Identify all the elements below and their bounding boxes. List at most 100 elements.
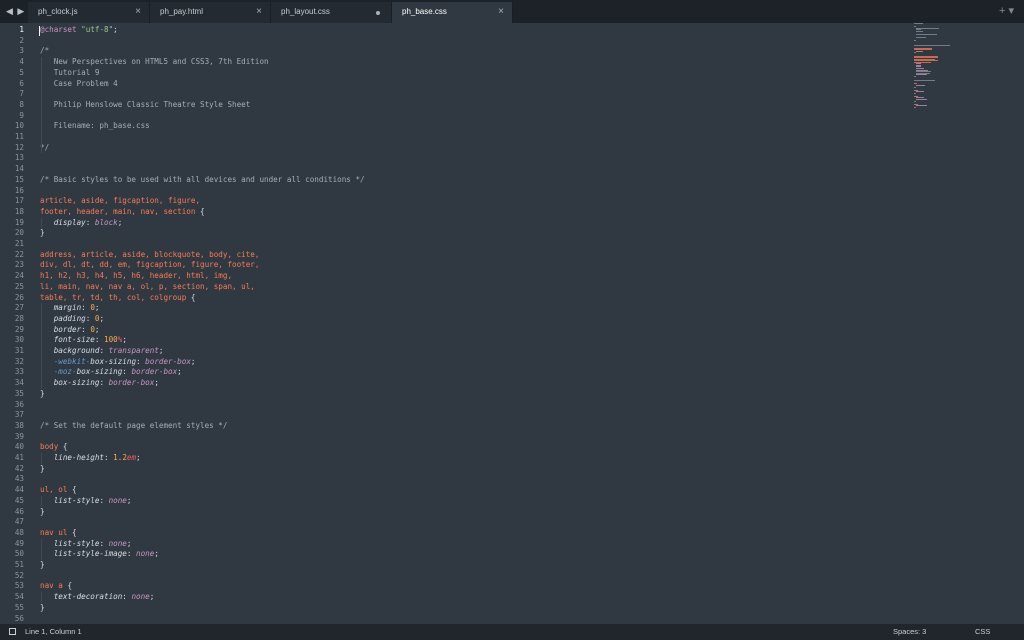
tab-ph-layout-css[interactable]: ph_layout.css bbox=[271, 2, 392, 23]
code-token: ; bbox=[177, 367, 182, 377]
code-token: text-decoration bbox=[53, 592, 123, 602]
line-number: 39 bbox=[14, 431, 24, 441]
line-number: 2 bbox=[19, 35, 24, 45]
code-token: ul, ol bbox=[40, 485, 73, 495]
code-token: background bbox=[53, 346, 100, 355]
code-token: transparent bbox=[108, 346, 159, 355]
code-token: : bbox=[126, 549, 137, 559]
code-token: Philip Henslowe Classic Theatre Style Sh… bbox=[40, 99, 251, 109]
tab-nav-arrows-icon[interactable]: ◀ ▶ bbox=[6, 4, 26, 18]
minimap-line bbox=[914, 80, 935, 82]
code-line: padding: 0; bbox=[40, 314, 104, 325]
line-number: 1 bbox=[19, 25, 24, 34]
code-line: } bbox=[40, 389, 45, 400]
line-number: 5 bbox=[19, 67, 24, 77]
code-token: : bbox=[94, 335, 105, 345]
minimap-line bbox=[914, 100, 916, 102]
minimap-line bbox=[914, 92, 916, 94]
tab-ph-clock-js[interactable]: ph_clock.js × bbox=[28, 2, 150, 23]
line-number: 34 bbox=[14, 378, 24, 388]
cursor-position: Line 1, Column 1 bbox=[25, 627, 82, 636]
tab-ph-base-css[interactable]: ph_base.css × bbox=[392, 2, 513, 23]
code-token: div, dl, dt, dd, em, figcaption, figure,… bbox=[40, 260, 260, 270]
code-token: ; bbox=[113, 25, 123, 34]
code-token: } bbox=[40, 602, 45, 612]
code-token: ; bbox=[154, 378, 159, 388]
tab-ph-pay-html[interactable]: ph_pay.html × bbox=[150, 2, 271, 23]
code-token: : bbox=[85, 313, 95, 323]
code-token: 100 bbox=[104, 335, 118, 345]
minimap-line bbox=[915, 50, 923, 52]
line-number: 33 bbox=[14, 367, 24, 377]
code-token: border bbox=[53, 324, 82, 334]
line-number: 51 bbox=[14, 560, 24, 569]
line-number: 9 bbox=[19, 110, 24, 120]
code-token: : bbox=[81, 324, 91, 334]
code-token: } bbox=[40, 463, 45, 473]
line-number: 8 bbox=[19, 99, 24, 109]
minimap-line bbox=[915, 98, 927, 100]
code-token: /* Set the default page element styles *… bbox=[40, 420, 228, 430]
code-line: div, dl, dt, dd, em, figcaption, figure,… bbox=[40, 260, 259, 271]
line-number: 16 bbox=[14, 185, 24, 195]
code-token: : bbox=[99, 495, 109, 505]
panel-toggle-icon[interactable] bbox=[9, 628, 16, 635]
line-number: 13 bbox=[14, 153, 24, 163]
close-icon[interactable]: × bbox=[135, 6, 141, 18]
code-area[interactable]: @charset "utf-8"; /* New Perspectives on… bbox=[40, 23, 900, 624]
close-icon[interactable]: × bbox=[498, 6, 504, 18]
code-line: body { bbox=[40, 442, 67, 453]
code-line: li, main, nav, nav a, ol, p, section, sp… bbox=[40, 282, 255, 293]
code-token: ; bbox=[126, 495, 132, 505]
code-line: box-sizing: border-box; bbox=[40, 378, 159, 389]
line-number: 49 bbox=[14, 538, 24, 548]
code-token: box-sizing bbox=[53, 378, 100, 388]
code-token: { bbox=[200, 206, 205, 216]
code-token: body bbox=[40, 442, 63, 452]
code-token: { bbox=[72, 527, 77, 537]
code-token: none bbox=[136, 549, 155, 559]
unsaved-dot-icon[interactable] bbox=[376, 11, 380, 15]
code-line: /* Basic styles to be used with all devi… bbox=[40, 175, 365, 186]
line-number: 41 bbox=[14, 453, 24, 462]
code-line: Filename: ph_base.css bbox=[40, 121, 150, 132]
line-number-gutter: 1 2 3 4 5 6 7 8 9 10 11 12 13 14 15 16 17 18 19 20 21 22 23 24 2… bbox=[0, 23, 28, 624]
code-token: New Perspectives on HTML5 and CSS3, 7th … bbox=[40, 57, 269, 67]
editor-pane[interactable]: 1 2 3 4 5 6 7 8 9 10 11 12 13 14 15 16 17 18 19 20 21 22 23 24 2… bbox=[0, 23, 1024, 624]
minimap-line bbox=[914, 52, 916, 54]
code-token: { bbox=[72, 485, 77, 495]
code-token: none bbox=[131, 592, 150, 602]
code-token: : bbox=[99, 378, 109, 388]
code-token: font-size bbox=[53, 335, 95, 345]
tab-label: ph_clock.js bbox=[38, 7, 78, 16]
minimap-line bbox=[915, 85, 925, 86]
line-number: 18 bbox=[14, 206, 24, 216]
new-tab-menu-icon[interactable]: + ▾ bbox=[999, 4, 1014, 18]
code-token: } bbox=[40, 388, 45, 398]
code-token: none bbox=[108, 538, 127, 548]
code-token: footer, header, main, nav, section bbox=[40, 206, 201, 216]
code-line: article, aside, figcaption, figure, bbox=[40, 196, 200, 207]
code-token: box-sizing bbox=[76, 367, 123, 377]
line-number: 46 bbox=[14, 506, 24, 516]
syntax-mode[interactable]: CSS bbox=[975, 627, 990, 636]
line-number: 14 bbox=[14, 164, 24, 174]
minimap[interactable] bbox=[914, 23, 974, 113]
close-icon[interactable]: × bbox=[256, 6, 262, 18]
code-token: -webkit- bbox=[53, 356, 91, 366]
indentation-setting[interactable]: Spaces: 3 bbox=[893, 627, 926, 636]
code-token: nav a bbox=[40, 581, 68, 591]
code-line: h1, h2, h3, h4, h5, h6, header, html, im… bbox=[40, 271, 232, 282]
code-token: ; bbox=[190, 356, 196, 366]
minimap-line bbox=[914, 40, 916, 42]
line-number: 31 bbox=[14, 346, 24, 355]
minimap-line bbox=[914, 75, 916, 77]
code-token: list-style bbox=[53, 495, 100, 505]
code-token: : bbox=[85, 217, 95, 227]
code-line: -webkit-box-sizing: border-box; bbox=[40, 356, 196, 368]
